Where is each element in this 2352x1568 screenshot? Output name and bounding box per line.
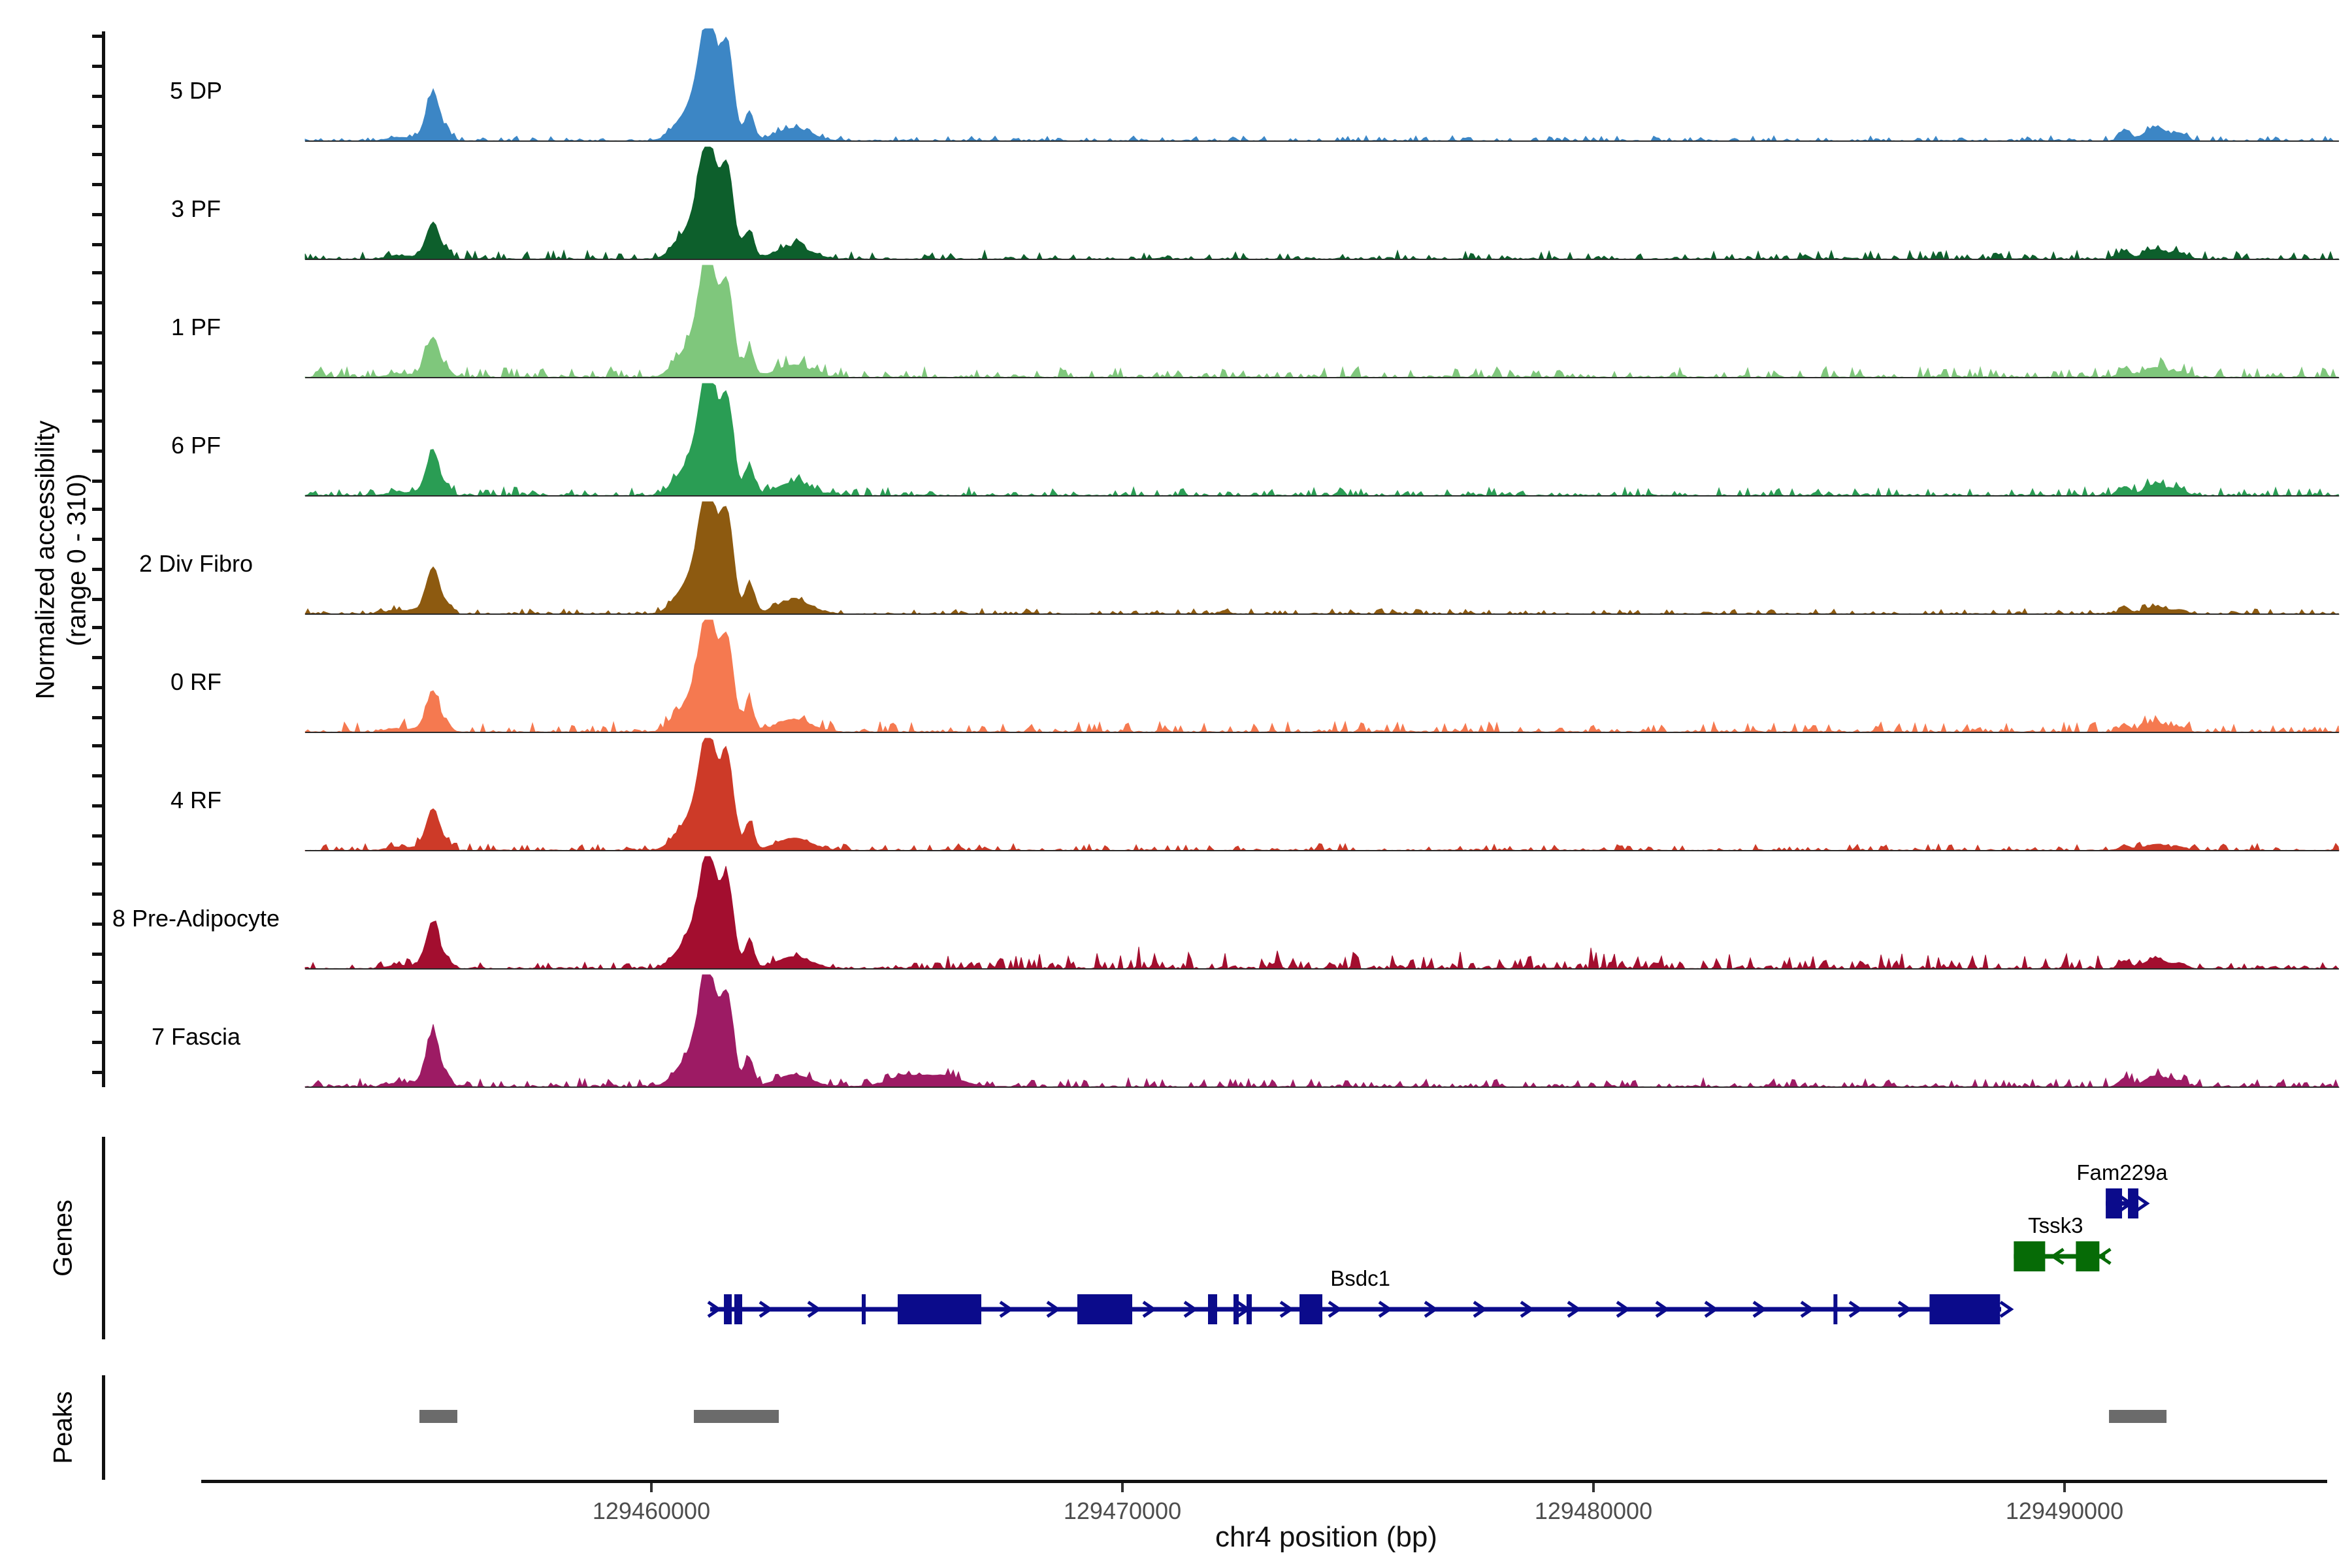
track-label: 5 DP [20, 77, 372, 105]
track-label: 4 RF [20, 787, 372, 814]
track-signal-7-fascia [305, 975, 2339, 1087]
track-label: 2 Div Fibro [20, 550, 372, 578]
genes-section-label: Genes [49, 1200, 78, 1277]
peak-bars [419, 1410, 2166, 1423]
track-signal-1-pf [305, 265, 2339, 378]
track-signal-8-pre-adipocyte [305, 857, 2339, 969]
track-signal-4-rf [305, 738, 2339, 851]
x-axis-title: chr4 position (bp) [1032, 1521, 1620, 1554]
track-signal-3-pf [305, 147, 2339, 259]
gene-model-tssk3 [2014, 1241, 2110, 1271]
plot-canvas [0, 0, 2352, 1568]
x-axis [201, 1480, 2327, 1492]
track-label: 8 Pre-Adipocyte [20, 905, 372, 932]
track-label: 3 PF [20, 195, 372, 223]
track-label: 6 PF [20, 432, 372, 459]
section-brackets [102, 1137, 105, 1480]
x-tick-label: 129460000 [514, 1497, 789, 1525]
peaks-section-label: Peaks [49, 1391, 78, 1463]
track-signal-0-rf [305, 620, 2339, 732]
coverage-plot-figure: Normalized accessibility (range 0 - 310)… [0, 0, 2352, 1568]
gene-label-bsdc1: Bsdc1 [1230, 1266, 1491, 1291]
gene-label-tssk3: Tssk3 [1925, 1213, 2186, 1238]
track-label: 7 Fascia [20, 1023, 372, 1051]
track-signal-5-dp [305, 29, 2339, 141]
track-signal-2-div-fibro [305, 502, 2339, 614]
gene-label-fam229a: Fam229a [1991, 1160, 2253, 1185]
gene-model-bsdc1 [708, 1294, 2011, 1324]
x-tick-label: 129490000 [1927, 1497, 2202, 1525]
track-label: 1 PF [20, 314, 372, 341]
track-label: 0 RF [20, 668, 372, 696]
track-signal-6-pf [305, 384, 2339, 496]
